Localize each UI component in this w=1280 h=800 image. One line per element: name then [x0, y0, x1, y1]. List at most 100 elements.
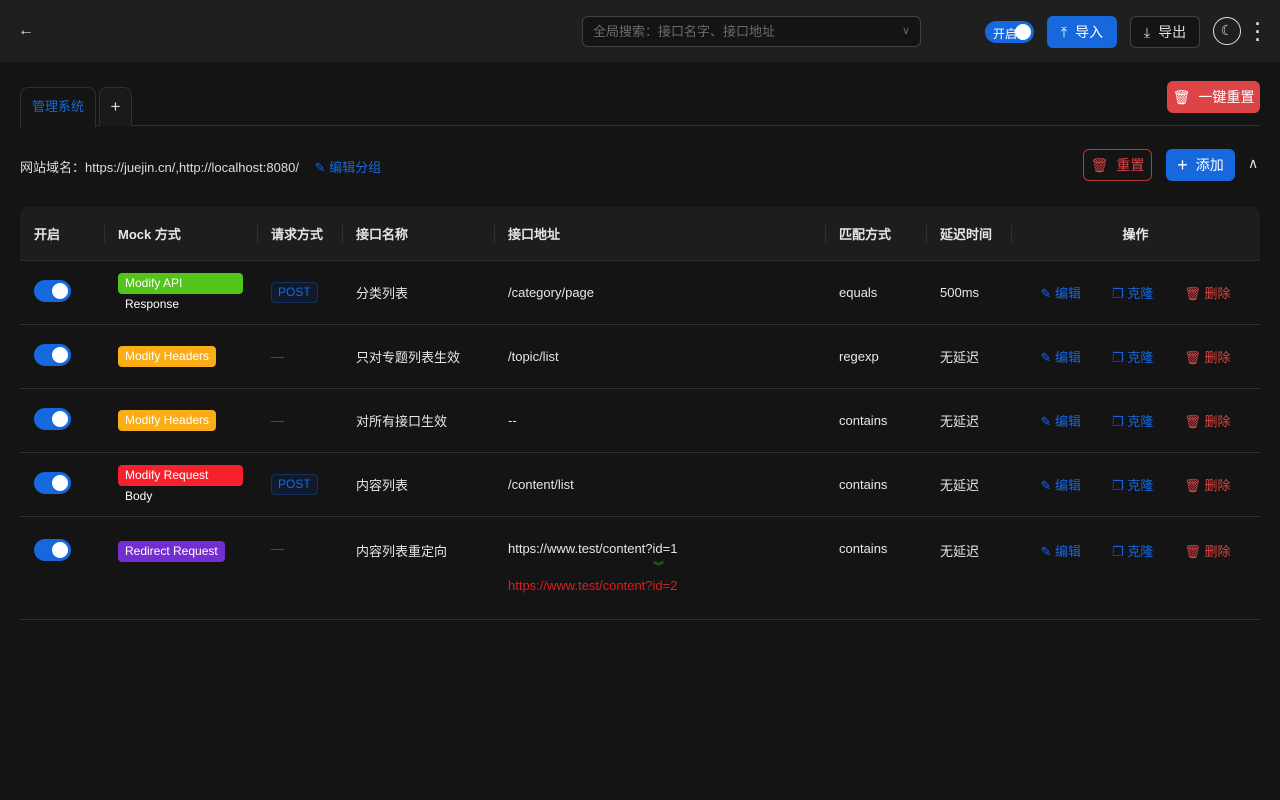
method-empty: —	[271, 541, 284, 556]
edit-button[interactable]: ✎ 编辑	[1041, 475, 1082, 494]
rule-enable-toggle[interactable]	[34, 472, 71, 494]
match-type: contains	[839, 477, 887, 492]
rules-table: 开启Mock 方式请求方式接口名称接口地址匹配方式延迟时间操作 Modify A…	[20, 207, 1260, 620]
delay-time: 无延迟	[940, 350, 979, 365]
pencil-icon: ✎	[315, 160, 326, 175]
domain-info: 网站域名：https://juejin.cn/,http://localhost…	[20, 157, 381, 176]
pencil-icon: ✎	[1041, 414, 1052, 429]
delay-time: 无延迟	[940, 478, 979, 493]
url-text: /category/page	[508, 285, 811, 300]
redirect-url-text: https://www.test/content?id=2	[508, 578, 811, 593]
delete-button[interactable]: 🗑︎ 删除	[1184, 411, 1230, 430]
table-row: Modify Request Body POST 内容列表 /content/l…	[20, 452, 1260, 516]
mock-type-tag: Modify API Response	[118, 273, 243, 294]
column-header: Mock 方式	[104, 207, 257, 260]
trash-icon: 🗑︎	[1091, 157, 1109, 174]
url-text: --	[508, 413, 811, 428]
delete-button[interactable]: 🗑︎ 删除	[1184, 541, 1230, 560]
column-header: 接口名称	[342, 207, 494, 260]
copy-icon: ❐	[1112, 478, 1124, 493]
plus-icon: +	[1177, 155, 1188, 176]
method-empty: —	[271, 413, 284, 428]
trash-icon: 🗑︎	[1184, 478, 1201, 493]
match-type: contains	[839, 413, 887, 428]
group-tabs: 管理系统 +	[20, 87, 1260, 126]
clone-button[interactable]: ❐ 克隆	[1112, 541, 1153, 560]
table-row: Modify Headers — 只对专题列表生效 /topic/list re…	[20, 324, 1260, 388]
pencil-icon: ✎	[1041, 286, 1052, 301]
download-icon: ⤓	[1144, 24, 1150, 41]
method-empty: —	[271, 349, 284, 364]
delay-time: 500ms	[940, 285, 979, 300]
column-header: 延迟时间	[926, 207, 1011, 260]
rule-enable-toggle[interactable]	[34, 280, 71, 302]
global-enable-toggle[interactable]: 开启	[985, 21, 1034, 43]
trash-icon: 🗑︎	[1184, 544, 1201, 559]
import-button[interactable]: ⤒导入	[1047, 16, 1117, 48]
column-header: 操作	[1011, 207, 1260, 260]
table-row: Modify Headers — 对所有接口生效 -- contains 无延迟…	[20, 388, 1260, 452]
trash-icon: 🗑︎	[1184, 350, 1201, 365]
url-text: https://www.test/content?id=1	[508, 541, 811, 556]
method-badge: POST	[271, 474, 318, 495]
mock-type-tag: Modify Request Body	[118, 465, 243, 486]
table-row: Modify API Response POST 分类列表 /category/…	[20, 260, 1260, 324]
api-name: 内容列表重定向	[356, 544, 447, 559]
trash-icon: 🗑︎	[1184, 286, 1201, 301]
upload-icon: ⤒	[1061, 24, 1067, 41]
double-chevron-down-icon: ︾	[653, 562, 811, 572]
clone-button[interactable]: ❐ 克隆	[1112, 283, 1153, 302]
table-row: Redirect Request — 内容列表重定向 https://www.t…	[20, 516, 1260, 619]
method-badge: POST	[271, 282, 318, 303]
api-name: 只对专题列表生效	[356, 350, 460, 365]
mock-type-tag: Modify Headers	[118, 410, 216, 431]
delete-button[interactable]: 🗑︎ 删除	[1184, 283, 1230, 302]
api-name: 对所有接口生效	[356, 414, 447, 429]
mock-type-tag: Redirect Request	[118, 541, 225, 562]
pencil-icon: ✎	[1041, 350, 1052, 365]
reset-group-button[interactable]: 🗑︎重置	[1083, 149, 1152, 181]
add-rule-button[interactable]: +添加	[1166, 149, 1235, 181]
api-name: 内容列表	[356, 478, 408, 493]
pencil-icon: ✎	[1041, 478, 1052, 493]
chevron-up-icon[interactable]: ∧	[1248, 155, 1258, 172]
clone-button[interactable]: ❐ 克隆	[1112, 411, 1153, 430]
edit-group-link[interactable]: ✎ 编辑分组	[315, 160, 382, 175]
moon-icon[interactable]: ☾	[1213, 17, 1241, 45]
edit-button[interactable]: ✎ 编辑	[1041, 283, 1082, 302]
copy-icon: ❐	[1112, 350, 1124, 365]
delay-time: 无延迟	[940, 414, 979, 429]
url-text: /topic/list	[508, 349, 811, 364]
mock-type-tag: Modify Headers	[118, 346, 216, 367]
copy-icon: ❐	[1112, 286, 1124, 301]
export-button[interactable]: ⤓导出	[1130, 16, 1200, 48]
edit-button[interactable]: ✎ 编辑	[1041, 411, 1082, 430]
match-type: contains	[839, 541, 887, 556]
copy-icon: ❐	[1112, 414, 1124, 429]
match-type: equals	[839, 285, 877, 300]
column-header: 匹配方式	[825, 207, 926, 260]
rule-enable-toggle[interactable]	[34, 408, 71, 430]
more-vertical-icon[interactable]: ···	[1255, 20, 1261, 44]
url-text: /content/list	[508, 477, 811, 492]
global-search-input[interactable]: 全局搜索：接口名字、接口地址∨	[582, 16, 921, 47]
chevron-down-icon: ∨	[902, 17, 910, 46]
rule-enable-toggle[interactable]	[34, 344, 71, 366]
clone-button[interactable]: ❐ 克隆	[1112, 475, 1153, 494]
column-header: 开启	[20, 207, 104, 260]
rule-enable-toggle[interactable]	[34, 539, 71, 561]
match-type: regexp	[839, 349, 879, 364]
delete-button[interactable]: 🗑︎ 删除	[1184, 475, 1230, 494]
delete-button[interactable]: 🗑︎ 删除	[1184, 347, 1230, 366]
back-arrow-icon[interactable]: ←	[18, 22, 34, 40]
tab-management-system[interactable]: 管理系统	[20, 87, 96, 127]
add-tab-button[interactable]: +	[99, 87, 132, 126]
delay-time: 无延迟	[940, 544, 979, 559]
edit-button[interactable]: ✎ 编辑	[1041, 541, 1082, 560]
edit-button[interactable]: ✎ 编辑	[1041, 347, 1082, 366]
clone-button[interactable]: ❐ 克隆	[1112, 347, 1153, 366]
column-header: 接口地址	[494, 207, 825, 260]
top-bar: ← 全局搜索：接口名字、接口地址∨ 开启 ⤒导入 ⤓导出 ☾ ···	[0, 0, 1280, 62]
trash-icon: 🗑︎	[1184, 414, 1201, 429]
copy-icon: ❐	[1112, 544, 1124, 559]
